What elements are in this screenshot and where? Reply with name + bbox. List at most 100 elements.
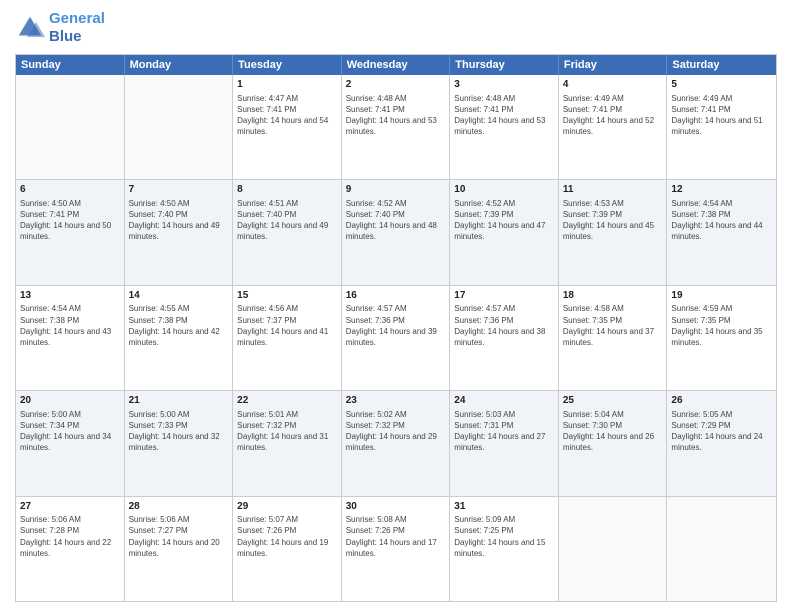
calendar-cell: 16Sunrise: 4:57 AM Sunset: 7:36 PM Dayli… — [342, 286, 451, 390]
cell-info: Sunrise: 4:57 AM Sunset: 7:36 PM Dayligh… — [454, 303, 554, 348]
calendar-cell: 6Sunrise: 4:50 AM Sunset: 7:41 PM Daylig… — [16, 180, 125, 284]
cell-info: Sunrise: 5:09 AM Sunset: 7:25 PM Dayligh… — [454, 514, 554, 559]
day-number: 30 — [346, 500, 446, 514]
day-number: 6 — [20, 183, 120, 197]
cell-info: Sunrise: 4:49 AM Sunset: 7:41 PM Dayligh… — [671, 93, 772, 138]
header-day-wednesday: Wednesday — [342, 55, 451, 75]
cell-info: Sunrise: 5:00 AM Sunset: 7:33 PM Dayligh… — [129, 409, 229, 454]
calendar-cell: 11Sunrise: 4:53 AM Sunset: 7:39 PM Dayli… — [559, 180, 668, 284]
calendar-cell: 19Sunrise: 4:59 AM Sunset: 7:35 PM Dayli… — [667, 286, 776, 390]
cell-info: Sunrise: 4:49 AM Sunset: 7:41 PM Dayligh… — [563, 93, 663, 138]
cell-info: Sunrise: 5:08 AM Sunset: 7:26 PM Dayligh… — [346, 514, 446, 559]
cell-info: Sunrise: 4:51 AM Sunset: 7:40 PM Dayligh… — [237, 198, 337, 243]
calendar-cell: 8Sunrise: 4:51 AM Sunset: 7:40 PM Daylig… — [233, 180, 342, 284]
day-number: 3 — [454, 78, 554, 92]
calendar-cell: 1Sunrise: 4:47 AM Sunset: 7:41 PM Daylig… — [233, 75, 342, 179]
calendar-cell: 4Sunrise: 4:49 AM Sunset: 7:41 PM Daylig… — [559, 75, 668, 179]
calendar-cell: 3Sunrise: 4:48 AM Sunset: 7:41 PM Daylig… — [450, 75, 559, 179]
day-number: 26 — [671, 394, 772, 408]
calendar-cell: 31Sunrise: 5:09 AM Sunset: 7:25 PM Dayli… — [450, 497, 559, 601]
cell-info: Sunrise: 5:06 AM Sunset: 7:28 PM Dayligh… — [20, 514, 120, 559]
day-number: 7 — [129, 183, 229, 197]
day-number: 8 — [237, 183, 337, 197]
calendar-row-4: 20Sunrise: 5:00 AM Sunset: 7:34 PM Dayli… — [16, 390, 776, 495]
day-number: 20 — [20, 394, 120, 408]
day-number: 13 — [20, 289, 120, 303]
cell-info: Sunrise: 4:57 AM Sunset: 7:36 PM Dayligh… — [346, 303, 446, 348]
cell-info: Sunrise: 5:04 AM Sunset: 7:30 PM Dayligh… — [563, 409, 663, 454]
calendar-cell: 23Sunrise: 5:02 AM Sunset: 7:32 PM Dayli… — [342, 391, 451, 495]
day-number: 11 — [563, 183, 663, 197]
calendar-cell: 15Sunrise: 4:56 AM Sunset: 7:37 PM Dayli… — [233, 286, 342, 390]
calendar-cell: 17Sunrise: 4:57 AM Sunset: 7:36 PM Dayli… — [450, 286, 559, 390]
calendar-body: 1Sunrise: 4:47 AM Sunset: 7:41 PM Daylig… — [16, 75, 776, 601]
cell-info: Sunrise: 5:02 AM Sunset: 7:32 PM Dayligh… — [346, 409, 446, 454]
calendar-row-5: 27Sunrise: 5:06 AM Sunset: 7:28 PM Dayli… — [16, 496, 776, 601]
calendar-row-1: 1Sunrise: 4:47 AM Sunset: 7:41 PM Daylig… — [16, 75, 776, 179]
calendar-cell — [16, 75, 125, 179]
calendar-cell: 7Sunrise: 4:50 AM Sunset: 7:40 PM Daylig… — [125, 180, 234, 284]
calendar-cell: 29Sunrise: 5:07 AM Sunset: 7:26 PM Dayli… — [233, 497, 342, 601]
cell-info: Sunrise: 4:50 AM Sunset: 7:40 PM Dayligh… — [129, 198, 229, 243]
cell-info: Sunrise: 5:07 AM Sunset: 7:26 PM Dayligh… — [237, 514, 337, 559]
day-number: 17 — [454, 289, 554, 303]
cell-info: Sunrise: 4:56 AM Sunset: 7:37 PM Dayligh… — [237, 303, 337, 348]
calendar-row-2: 6Sunrise: 4:50 AM Sunset: 7:41 PM Daylig… — [16, 179, 776, 284]
day-number: 1 — [237, 78, 337, 92]
day-number: 29 — [237, 500, 337, 514]
day-number: 4 — [563, 78, 663, 92]
page: General Blue SundayMondayTuesdayWednesda… — [0, 0, 792, 612]
cell-info: Sunrise: 4:48 AM Sunset: 7:41 PM Dayligh… — [346, 93, 446, 138]
cell-info: Sunrise: 4:52 AM Sunset: 7:40 PM Dayligh… — [346, 198, 446, 243]
calendar-cell: 28Sunrise: 5:06 AM Sunset: 7:27 PM Dayli… — [125, 497, 234, 601]
day-number: 25 — [563, 394, 663, 408]
cell-info: Sunrise: 4:48 AM Sunset: 7:41 PM Dayligh… — [454, 93, 554, 138]
calendar-cell: 18Sunrise: 4:58 AM Sunset: 7:35 PM Dayli… — [559, 286, 668, 390]
calendar-cell: 25Sunrise: 5:04 AM Sunset: 7:30 PM Dayli… — [559, 391, 668, 495]
calendar-cell: 13Sunrise: 4:54 AM Sunset: 7:38 PM Dayli… — [16, 286, 125, 390]
header-day-sunday: Sunday — [16, 55, 125, 75]
cell-info: Sunrise: 5:03 AM Sunset: 7:31 PM Dayligh… — [454, 409, 554, 454]
logo-icon — [15, 13, 45, 43]
calendar-cell: 20Sunrise: 5:00 AM Sunset: 7:34 PM Dayli… — [16, 391, 125, 495]
day-number: 27 — [20, 500, 120, 514]
day-number: 14 — [129, 289, 229, 303]
calendar-cell — [559, 497, 668, 601]
calendar-cell: 9Sunrise: 4:52 AM Sunset: 7:40 PM Daylig… — [342, 180, 451, 284]
calendar-cell: 24Sunrise: 5:03 AM Sunset: 7:31 PM Dayli… — [450, 391, 559, 495]
logo: General Blue — [15, 10, 105, 46]
day-number: 19 — [671, 289, 772, 303]
calendar-header: SundayMondayTuesdayWednesdayThursdayFrid… — [16, 55, 776, 75]
calendar-cell: 14Sunrise: 4:55 AM Sunset: 7:38 PM Dayli… — [125, 286, 234, 390]
cell-info: Sunrise: 4:54 AM Sunset: 7:38 PM Dayligh… — [671, 198, 772, 243]
day-number: 24 — [454, 394, 554, 408]
calendar-cell: 10Sunrise: 4:52 AM Sunset: 7:39 PM Dayli… — [450, 180, 559, 284]
day-number: 28 — [129, 500, 229, 514]
cell-info: Sunrise: 4:55 AM Sunset: 7:38 PM Dayligh… — [129, 303, 229, 348]
day-number: 18 — [563, 289, 663, 303]
header-day-saturday: Saturday — [667, 55, 776, 75]
day-number: 23 — [346, 394, 446, 408]
day-number: 9 — [346, 183, 446, 197]
header-day-thursday: Thursday — [450, 55, 559, 75]
day-number: 16 — [346, 289, 446, 303]
cell-info: Sunrise: 4:58 AM Sunset: 7:35 PM Dayligh… — [563, 303, 663, 348]
cell-info: Sunrise: 4:54 AM Sunset: 7:38 PM Dayligh… — [20, 303, 120, 348]
cell-info: Sunrise: 4:47 AM Sunset: 7:41 PM Dayligh… — [237, 93, 337, 138]
cell-info: Sunrise: 5:06 AM Sunset: 7:27 PM Dayligh… — [129, 514, 229, 559]
calendar-cell: 12Sunrise: 4:54 AM Sunset: 7:38 PM Dayli… — [667, 180, 776, 284]
cell-info: Sunrise: 4:50 AM Sunset: 7:41 PM Dayligh… — [20, 198, 120, 243]
day-number: 15 — [237, 289, 337, 303]
calendar: SundayMondayTuesdayWednesdayThursdayFrid… — [15, 54, 777, 602]
day-number: 31 — [454, 500, 554, 514]
header: General Blue — [15, 10, 777, 46]
logo-text: General Blue — [49, 10, 105, 46]
day-number: 21 — [129, 394, 229, 408]
calendar-cell: 30Sunrise: 5:08 AM Sunset: 7:26 PM Dayli… — [342, 497, 451, 601]
header-day-tuesday: Tuesday — [233, 55, 342, 75]
calendar-cell: 5Sunrise: 4:49 AM Sunset: 7:41 PM Daylig… — [667, 75, 776, 179]
calendar-cell: 26Sunrise: 5:05 AM Sunset: 7:29 PM Dayli… — [667, 391, 776, 495]
calendar-cell: 22Sunrise: 5:01 AM Sunset: 7:32 PM Dayli… — [233, 391, 342, 495]
calendar-cell: 27Sunrise: 5:06 AM Sunset: 7:28 PM Dayli… — [16, 497, 125, 601]
day-number: 2 — [346, 78, 446, 92]
